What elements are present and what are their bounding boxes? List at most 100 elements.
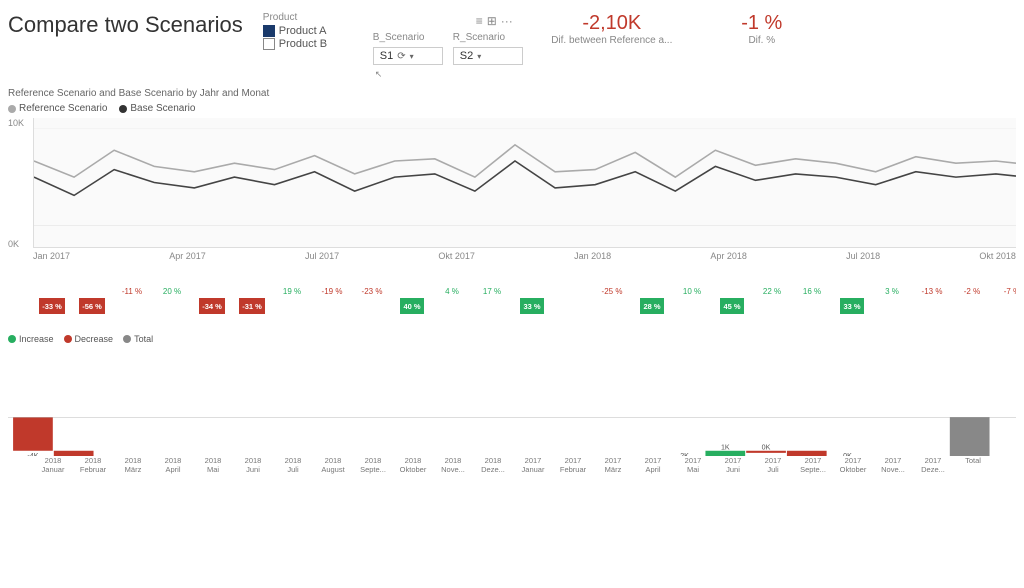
toolbar-icon-expand[interactable]: ⊞ xyxy=(487,14,497,28)
legend-swatch-a xyxy=(263,25,275,37)
waterfall-x-label: 2017Septe... xyxy=(793,456,833,474)
pct-bar: -2 % xyxy=(953,287,991,313)
waterfall-x-label: 2017Juli xyxy=(753,456,793,474)
pct-above-label: 22 % xyxy=(763,287,781,296)
pct-bar-inner: -33 % xyxy=(39,298,65,314)
pct-bar-inner: -31 % xyxy=(239,298,265,314)
b-scenario-value: S1 xyxy=(380,50,393,62)
pct-above-label: 16 % xyxy=(803,287,821,296)
waterfall-bar xyxy=(13,417,53,451)
toolbar-icon-more[interactable]: ··· xyxy=(501,14,513,28)
waterfall-bar-label: -4K xyxy=(27,451,38,456)
r-scenario-control: R_Scenario S2 ▾ xyxy=(453,32,523,65)
decrease-label: Decrease xyxy=(75,334,114,344)
waterfall-x-label: 2018Deze... xyxy=(473,456,513,474)
pct-above-label: -19 % xyxy=(322,287,343,296)
waterfall-x-label: 2018Nove... xyxy=(433,456,473,474)
line-chart-canvas xyxy=(33,118,1016,248)
base-scenario-legend-item: Base Scenario xyxy=(119,103,195,114)
pct-bar xyxy=(553,285,591,314)
x-label-jul-2017: Jul 2017 xyxy=(305,251,339,261)
x-label-jul-2018: Jul 2018 xyxy=(846,251,880,261)
pct-bar-inner: 45 % xyxy=(720,298,743,314)
waterfall-svg: -4K-5K-1K-4K2K-4K-2K3K-2K0K2K3K3K-3K1K4K… xyxy=(8,346,1016,456)
pct-above-label: 10 % xyxy=(683,287,701,296)
pct-bar: -23 % xyxy=(353,287,391,313)
pct-bar: -34 % xyxy=(193,285,231,314)
waterfall-x-label: 2017Deze... xyxy=(913,456,953,474)
pct-bar: -11 % xyxy=(113,287,151,313)
pct-above-label: 3 % xyxy=(885,287,899,296)
waterfall-x-label: 2018März xyxy=(113,456,153,474)
pct-chart-section: -33 % -56 % -11 % 20 % -34 % -31 % 19 % -19 % -2… xyxy=(8,267,1016,332)
pct-bar: -31 % xyxy=(233,285,271,314)
x-label-okt-2017: Okt 2017 xyxy=(438,251,475,261)
waterfall-x-labels: 2018Januar2018Februar2018März2018April 20… xyxy=(8,456,1016,474)
waterfall-bar-label: 0K xyxy=(843,451,852,456)
pct-above-label: -23 % xyxy=(362,287,383,296)
r-scenario-select[interactable]: S2 ▾ xyxy=(453,47,523,65)
waterfall-x-label: 2017Januar xyxy=(513,456,553,474)
waterfall-x-label: 2017März xyxy=(593,456,633,474)
pct-bar-inner: -34 % xyxy=(199,298,225,314)
toolbar-icon-lines[interactable]: ≡ xyxy=(476,14,483,28)
r-scenario-arrow: ▾ xyxy=(477,52,481,61)
waterfall-bar xyxy=(54,451,94,456)
y-label-10k: 10K xyxy=(8,118,29,128)
b-scenario-control: B_Scenario S1 ⟳ ▾ ↖ xyxy=(373,32,443,80)
waterfall-x-label: 2018April xyxy=(153,456,193,474)
increase-label: Increase xyxy=(19,334,54,344)
pct-above-label: 20 % xyxy=(163,287,181,296)
waterfall-bar xyxy=(950,417,990,456)
x-axis-labels: Jan 2017 Apr 2017 Jul 2017 Okt 2017 Jan … xyxy=(33,250,1016,261)
pct-chart-container: -33 % -56 % -11 % 20 % -34 % -31 % 19 % -19 % -2… xyxy=(8,267,1016,332)
pct-bar: 45 % xyxy=(713,285,751,314)
cursor-indicator: ↖ xyxy=(373,69,443,80)
decrease-dot xyxy=(64,335,72,343)
legend-item-a: Product A xyxy=(263,25,353,37)
waterfall-x-label: Total xyxy=(953,456,993,474)
waterfall-x-label: 2017Nove... xyxy=(873,456,913,474)
line-chart-wrapper: 10K 0K Jan 2017 Ap xyxy=(8,116,1016,261)
pct-above-label: 19 % xyxy=(283,287,301,296)
y-axis: 10K 0K xyxy=(8,116,33,261)
header: Compare two Scenarios Product Product A … xyxy=(8,8,1016,86)
legend-label-b: Product B xyxy=(279,38,327,50)
pct-above-label: -25 % xyxy=(602,287,623,296)
line-chart-legend: Reference Scenario Base Scenario xyxy=(8,103,1016,114)
b-scenario-arrow: ▾ xyxy=(410,52,414,61)
product-legend: Product Product A Product B xyxy=(263,12,353,51)
x-label-jan-2018: Jan 2018 xyxy=(574,251,611,261)
waterfall-x-label: 2018Januar xyxy=(33,456,73,474)
waterfall-canvas: -4K-5K-1K-4K2K-4K-2K3K-2K0K2K3K3K-3K1K4K… xyxy=(8,346,1016,456)
wf-legend-increase: Increase xyxy=(8,334,54,344)
waterfall-bar-label: 1K xyxy=(721,443,730,452)
ref-scenario-legend-item: Reference Scenario xyxy=(8,103,107,114)
pct-above-label: -13 % xyxy=(922,287,943,296)
main-container: Compare two Scenarios Product Product A … xyxy=(0,0,1024,588)
pct-bar-inner: 33 % xyxy=(840,298,863,314)
pct-bar: 10 % xyxy=(673,287,711,313)
base-dot xyxy=(119,105,127,113)
ref-scenario-label: Reference Scenario xyxy=(19,103,107,114)
kpi-pct-value: -1 % xyxy=(741,12,782,35)
line-chart-svg xyxy=(34,118,1016,247)
increase-dot xyxy=(8,335,16,343)
pct-bar: -7 % xyxy=(993,287,1016,313)
kpi-pct: -1 % Dif. % xyxy=(697,12,827,46)
legend-item-b: Product B xyxy=(263,38,353,50)
line-chart-inner: Jan 2017 Apr 2017 Jul 2017 Okt 2017 Jan … xyxy=(33,116,1016,261)
wf-legend: Increase Decrease Total xyxy=(8,334,1016,344)
waterfall-x-label: 2018Februar xyxy=(73,456,113,474)
waterfall-bar xyxy=(787,451,827,456)
waterfall-section: Increase Decrease Total -4K-5K-1K-4K2K-4… xyxy=(8,334,1016,474)
total-dot xyxy=(123,335,131,343)
ref-dot xyxy=(8,105,16,113)
waterfall-x-label: 2017Mai xyxy=(673,456,713,474)
legend-title: Product xyxy=(263,12,353,23)
pct-bar-inner: -56 % xyxy=(79,298,105,314)
x-label-jan-2017: Jan 2017 xyxy=(33,251,70,261)
pct-bar: -25 % xyxy=(593,287,631,313)
b-scenario-select[interactable]: S1 ⟳ ▾ xyxy=(373,47,443,65)
pct-bar: 33 % xyxy=(833,285,871,314)
